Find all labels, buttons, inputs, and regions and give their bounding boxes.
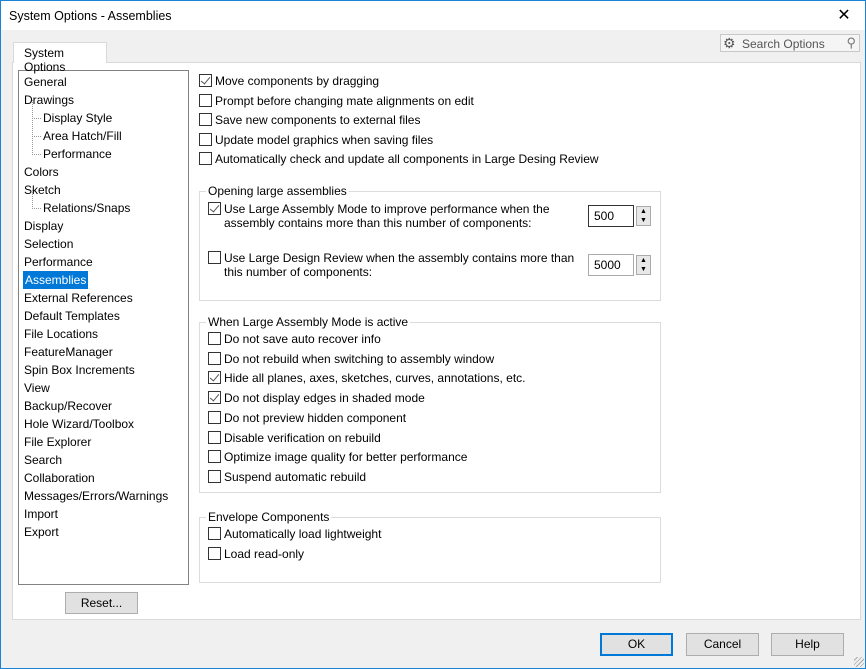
checkbox-label: Prompt before changing mate alignments o… [215, 94, 474, 108]
checkbox-label: Do not preview hidden component [224, 410, 407, 425]
lam-threshold-spinner[interactable]: 500 ▲ ▼ [588, 205, 652, 227]
checkbox-label: Use Large Assembly Mode to improve perfo… [224, 202, 550, 216]
title-bar: System Options - Assemblies ✕ [1, 1, 865, 30]
checkbox-label: assembly contains more than this number … [224, 216, 532, 230]
search-placeholder: Search Options [742, 37, 825, 51]
group-large-assembly-mode: When Large Assembly Mode is active [199, 315, 661, 493]
window-title: System Options - Assemblies [9, 9, 172, 23]
tree-item-area-hatch-fill[interactable]: Area Hatch/Fill [32, 118, 122, 145]
checkbox-box[interactable] [199, 94, 212, 107]
cancel-button[interactable]: Cancel [686, 633, 759, 656]
tree-item-import[interactable]: Import [24, 505, 58, 523]
tree-item-performance[interactable]: Performance [32, 136, 112, 163]
tree-item-hole-wizard-toolbox[interactable]: Hole Wizard/Toolbox [24, 415, 134, 433]
search-input[interactable]: ⚙ Search Options ⚲ [720, 34, 860, 52]
checkbox-box[interactable] [208, 351, 221, 365]
checkbox-label: Automatically load lightweight [224, 527, 382, 541]
tree-item-backup-recover[interactable]: Backup/Recover [24, 397, 112, 415]
ok-button[interactable]: OK [600, 633, 673, 656]
tree-item-file-locations[interactable]: File Locations [24, 325, 98, 343]
search-icon[interactable]: ⚲ [846, 35, 856, 51]
tree-item-featuremanager[interactable]: FeatureManager [24, 343, 113, 361]
lam-threshold-input[interactable]: 500 [588, 205, 634, 227]
close-icon[interactable]: ✕ [829, 4, 859, 28]
tree-item-default-templates[interactable]: Default Templates [24, 307, 120, 325]
resize-grip[interactable] [854, 657, 864, 667]
tree-item-selection[interactable]: Selection [24, 235, 73, 253]
checkbox-box[interactable] [208, 391, 221, 405]
tree-item-spin-box-increments[interactable]: Spin Box Increments [24, 361, 135, 379]
tree-item-search[interactable]: Search [24, 451, 62, 469]
checkbox-label: Suspend automatic rebuild [224, 469, 367, 484]
tree-item-collaboration[interactable]: Collaboration [24, 469, 95, 487]
tree-item-view[interactable]: View [24, 379, 50, 397]
checkbox-label: Do not display edges in shaded mode [224, 391, 425, 406]
tree-item-performance[interactable]: Performance [24, 253, 93, 271]
checkbox-box[interactable] [208, 202, 221, 215]
checkbox-label: Move components by dragging [215, 74, 380, 88]
checkbox-box[interactable] [208, 371, 221, 385]
checkbox-label: Update model graphics when saving files [215, 133, 434, 147]
tree-item-assemblies[interactable]: Assemblies [23, 271, 89, 289]
options-tree: General Drawings Display Style Area Hatch/F… [18, 70, 189, 585]
checkbox-label: Optimize image quality for better perfor… [224, 450, 468, 465]
checkbox-box[interactable] [208, 527, 221, 540]
checkbox-box[interactable] [208, 251, 221, 264]
group-title: Opening large assemblies [206, 184, 349, 198]
checkbox-label: Save new components to external files [215, 113, 421, 127]
checkbox-box[interactable] [199, 113, 212, 126]
tree-item-messages-errors-warnings[interactable]: Messages/Errors/Warnings [24, 487, 168, 505]
spin-arrows-icon[interactable]: ▲ ▼ [636, 255, 651, 275]
checkbox-label: Do not rebuild when switching to assembl… [224, 351, 495, 366]
gear-icon: ⚙ [723, 35, 736, 51]
checkbox-label: Do not save auto recover info [224, 332, 381, 346]
checkbox-box[interactable] [208, 469, 221, 483]
checkbox-box[interactable] [208, 450, 221, 464]
checkbox-label: this number of components: [224, 265, 373, 279]
checkbox-box[interactable] [208, 410, 221, 424]
checkbox-box[interactable] [208, 430, 221, 444]
checkbox-box[interactable] [208, 547, 221, 560]
help-button[interactable]: Help [771, 633, 844, 656]
checkbox-box[interactable] [208, 332, 221, 345]
tree-item-colors[interactable]: Colors [24, 163, 59, 181]
group-title: Envelope Components [206, 510, 332, 524]
tree-item-sketch[interactable]: Sketch [24, 181, 61, 199]
tree-item-display-style[interactable]: Display Style [31, 100, 112, 127]
checkbox-label: Use Large Design Review when the assembl… [224, 251, 575, 265]
tree-item-export[interactable]: Export [24, 523, 59, 541]
checkbox-label: Disable verification on rebuild [224, 430, 381, 445]
group-title: When Large Assembly Mode is active [206, 315, 411, 329]
tree-item-general[interactable]: General [24, 73, 67, 91]
tree-item-external-references[interactable]: External References [24, 289, 133, 307]
tree-item-file-explorer[interactable]: File Explorer [24, 433, 91, 451]
ldr-threshold-spinner[interactable]: 5000 ▲ ▼ [588, 254, 652, 276]
checkbox-box[interactable] [199, 74, 212, 87]
checkbox-label: Load read-only [224, 547, 305, 561]
reset-button[interactable]: Reset... [65, 592, 138, 614]
checkbox-box[interactable] [199, 133, 212, 146]
checkbox-label: Automatically check and update all compo… [215, 152, 599, 166]
checkbox-label: Hide all planes, axes, sketches, curves,… [224, 371, 526, 386]
ldr-threshold-input[interactable]: 5000 [588, 254, 634, 276]
spin-arrows-icon[interactable]: ▲ ▼ [636, 206, 651, 226]
checkbox-box[interactable] [199, 152, 212, 165]
tab-system-options[interactable]: System Options [13, 42, 107, 74]
tree-item-display[interactable]: Display [24, 217, 63, 235]
tree-item-relations-snaps[interactable]: Relations/Snaps [31, 190, 130, 217]
